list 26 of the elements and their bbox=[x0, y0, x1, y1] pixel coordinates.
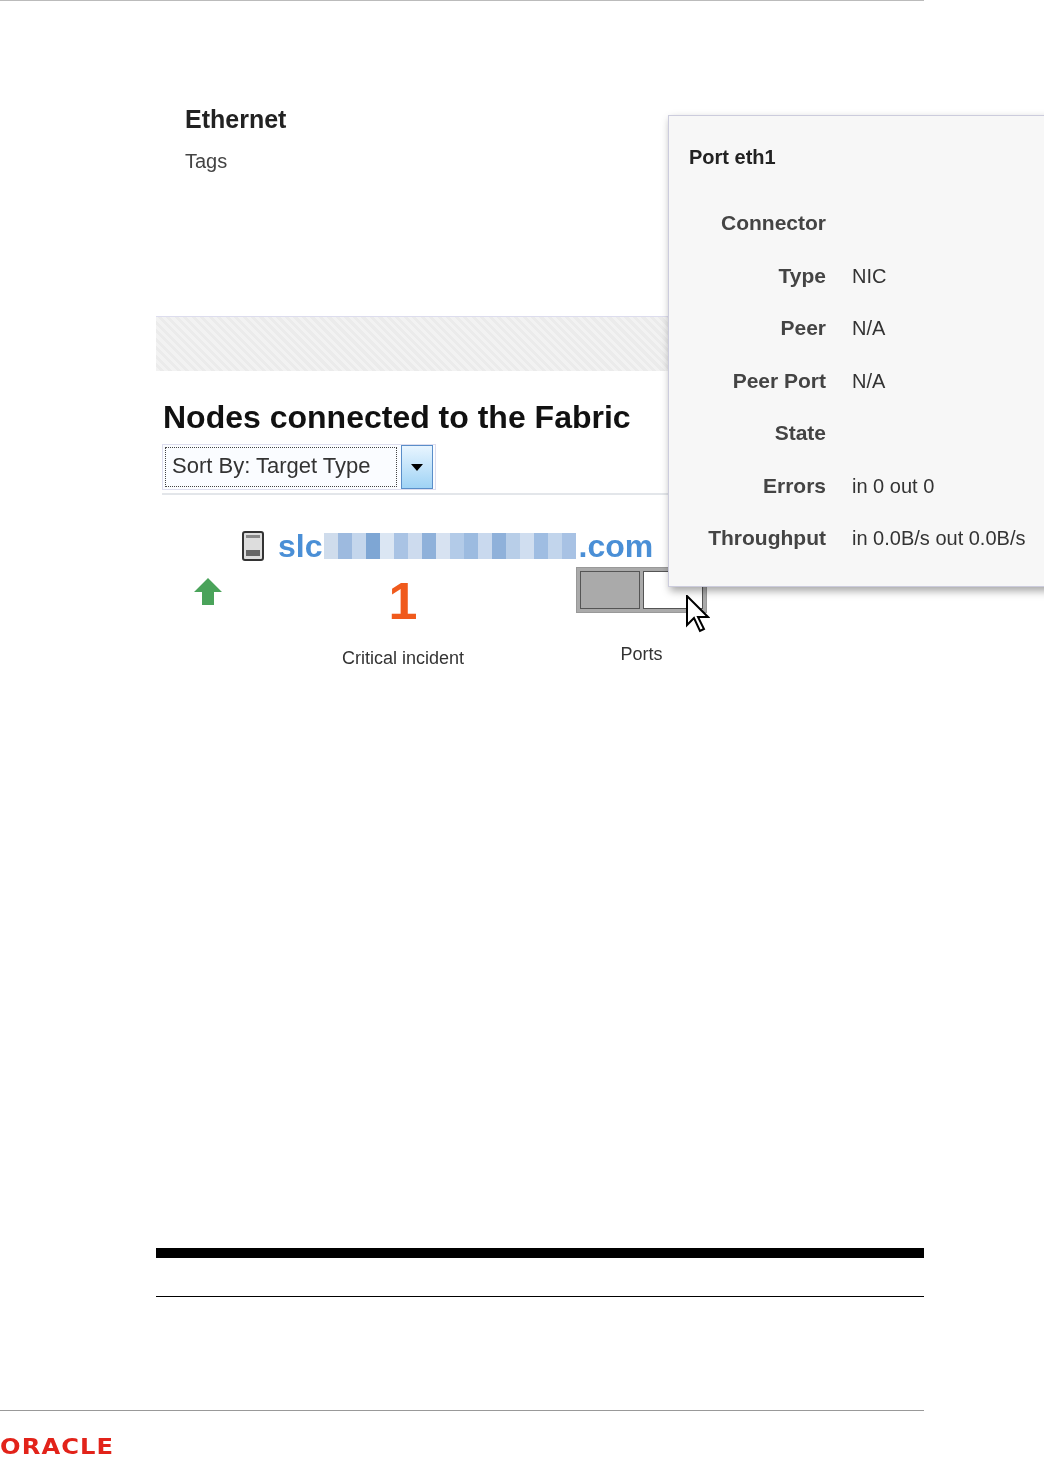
incident-count[interactable]: 1 bbox=[388, 571, 418, 631]
field-label: State bbox=[773, 420, 826, 446]
sort-dropdown[interactable]: Sort By: Target Type bbox=[162, 444, 436, 490]
host-link[interactable]: .com bbox=[578, 527, 654, 565]
section-heading: Nodes connected to the Fabric bbox=[163, 399, 631, 436]
field-label: Type bbox=[777, 262, 826, 289]
popup-title: Port eth1 bbox=[689, 146, 776, 169]
caret-icon bbox=[411, 463, 423, 471]
field-value: in 0.0B/s out 0.0B/s bbox=[852, 526, 1027, 551]
cursor-icon bbox=[686, 595, 710, 633]
host-link[interactable]: slc bbox=[278, 527, 323, 565]
field-label: Peer bbox=[779, 315, 826, 341]
field-value: in 0 out 0 bbox=[852, 473, 936, 499]
field-label: Connector bbox=[720, 210, 826, 236]
section-title: Ethernet bbox=[185, 104, 287, 134]
field-label: Errors bbox=[761, 472, 826, 499]
logo: ORACLE bbox=[0, 1437, 115, 1457]
server-icon bbox=[242, 531, 264, 561]
ports-label: Ports bbox=[620, 644, 663, 665]
incident-label: Critical incident bbox=[342, 648, 465, 669]
tags-label: Tags bbox=[185, 150, 228, 173]
field-label: Throughput bbox=[707, 525, 826, 551]
field-value: NIC bbox=[852, 263, 888, 289]
field-label: Peer Port bbox=[731, 367, 826, 394]
field-value: N/A bbox=[852, 368, 887, 394]
field-value: N/A bbox=[852, 316, 887, 341]
